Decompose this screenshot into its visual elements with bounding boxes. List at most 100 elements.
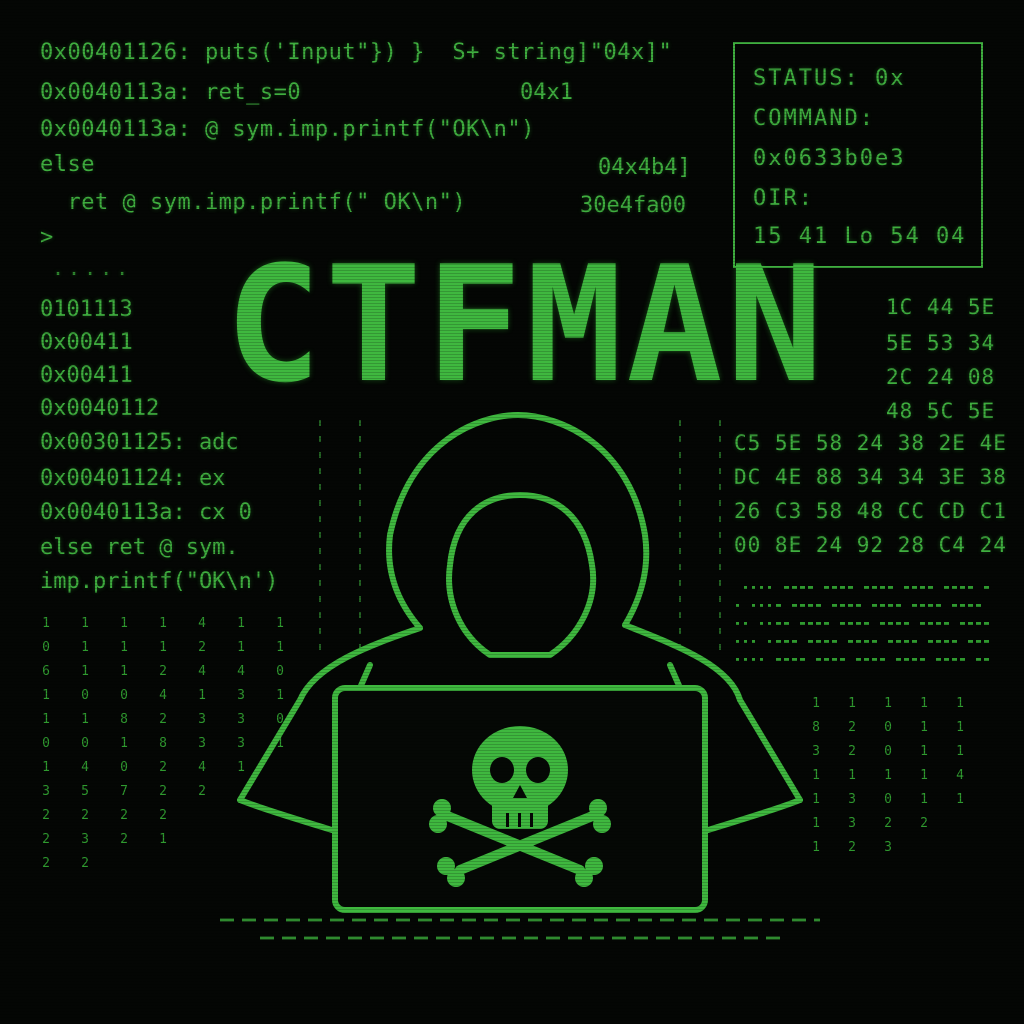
digit-glyph: 1 — [120, 664, 128, 679]
digit-glyph: 1 — [42, 616, 50, 631]
digit-glyph: 1 — [848, 768, 856, 783]
digit-glyph: 2 — [159, 664, 167, 679]
digit-glyph: 3 — [42, 784, 50, 799]
digit-glyph: 2 — [81, 856, 89, 871]
digit-glyph: 1 — [81, 664, 89, 679]
digit-glyph: 2 — [848, 744, 856, 759]
digit-glyph: 2 — [884, 816, 892, 831]
digit-glyph: 1 — [42, 688, 50, 703]
digit-glyph: 2 — [120, 808, 128, 823]
digit-glyph: 0 — [884, 792, 892, 807]
digit-glyph: 8 — [120, 712, 128, 727]
digit-glyph: 6 — [42, 664, 50, 679]
code-line: 0x0040113a: ret_s=0 — [40, 80, 302, 105]
digit-glyph: 0 — [42, 640, 50, 655]
digit-glyph: 1 — [956, 720, 964, 735]
digit-glyph: 2 — [159, 760, 167, 775]
code-line: 0x00411 — [40, 330, 133, 355]
code-line: else — [40, 152, 95, 177]
digit-glyph: 1 — [920, 744, 928, 759]
digit-glyph: 2 — [120, 832, 128, 847]
digit-glyph: 0 — [81, 688, 89, 703]
code-line: 0x00401126: puts('Input"}) } S+ string]"… — [40, 40, 673, 65]
digit-glyph: 1 — [42, 712, 50, 727]
digit-glyph: 1 — [920, 792, 928, 807]
dir-label: OIR: — [753, 186, 814, 211]
digit-glyph: 3 — [848, 816, 856, 831]
code-line: ret @ sym.imp.printf(" OK\n") — [40, 190, 467, 215]
digit-glyph: 2 — [159, 712, 167, 727]
digit-glyph: 5 — [81, 784, 89, 799]
digit-glyph: 7 — [120, 784, 128, 799]
digit-glyph: 0 — [884, 720, 892, 735]
digit-glyph: 0 — [120, 760, 128, 775]
digit-glyph: 1 — [884, 696, 892, 711]
digit-glyph: 1 — [159, 616, 167, 631]
digit-glyph: 1 — [884, 768, 892, 783]
digit-glyph: 4 — [159, 688, 167, 703]
digit-glyph: 1 — [920, 720, 928, 735]
digit-glyph: 4 — [198, 616, 206, 631]
digit-glyph: 1 — [198, 688, 206, 703]
digit-glyph: 3 — [884, 840, 892, 855]
digit-glyph: 8 — [159, 736, 167, 751]
hooded-hacker-icon — [220, 412, 820, 940]
digit-glyph: 4 — [956, 768, 964, 783]
digit-glyph: 4 — [81, 760, 89, 775]
hex-row: 2C 24 08 — [886, 365, 996, 389]
digit-glyph: 1 — [920, 768, 928, 783]
digit-glyph: 3 — [198, 712, 206, 727]
code-hex-fragment: 30e4fa00 — [580, 193, 686, 218]
digit-glyph: 2 — [42, 832, 50, 847]
command-value: 0x0633b0e3 — [753, 146, 906, 171]
digit-glyph: 1 — [42, 760, 50, 775]
digit-glyph: 2 — [42, 856, 50, 871]
digit-glyph: 2 — [198, 784, 206, 799]
digit-glyph: 1 — [956, 744, 964, 759]
digit-glyph: 1 — [956, 792, 964, 807]
digit-glyph: 1 — [848, 696, 856, 711]
code-line: 0x00401124: ex — [40, 466, 226, 491]
digit-glyph: 1 — [81, 712, 89, 727]
digit-glyph: 3 — [81, 832, 89, 847]
digit-glyph: 0 — [120, 688, 128, 703]
digit-glyph: 0 — [884, 744, 892, 759]
digit-glyph: 1 — [159, 832, 167, 847]
hex-row: 5E 53 34 — [886, 331, 996, 355]
hex-row: 1C 44 5E — [886, 295, 996, 319]
code-line: 0x00301125: adc — [40, 430, 239, 455]
status-label: STATUS: 0x — [753, 66, 906, 91]
digit-glyph: 2 — [198, 640, 206, 655]
digit-glyph: 0 — [42, 736, 50, 751]
digit-glyph: 3 — [848, 792, 856, 807]
code-line: else ret @ sym. — [40, 535, 239, 560]
hex-row: 48 5C 5E — [886, 399, 996, 423]
digit-glyph: 2 — [42, 808, 50, 823]
digit-glyph: 1 — [956, 696, 964, 711]
ellipsis-dots: ..... — [52, 256, 133, 280]
digit-glyph: 0 — [81, 736, 89, 751]
digit-glyph: 4 — [198, 760, 206, 775]
digit-glyph: 1 — [120, 640, 128, 655]
digit-glyph: 1 — [81, 640, 89, 655]
digit-glyph: 3 — [198, 736, 206, 751]
digit-glyph: 2 — [848, 720, 856, 735]
digit-glyph: 1 — [120, 736, 128, 751]
digit-glyph: 2 — [920, 816, 928, 831]
code-line: 0x0040113a: @ sym.imp.printf("OK\n") — [40, 117, 535, 142]
digit-glyph: 1 — [159, 640, 167, 655]
digit-glyph: 1 — [120, 616, 128, 631]
digit-glyph: 2 — [848, 840, 856, 855]
code-line: 0x00411 — [40, 363, 133, 388]
code-hex-fragment: 04x4b4] — [598, 155, 691, 180]
code-line: > — [40, 225, 54, 250]
digit-glyph: 4 — [198, 664, 206, 679]
digit-glyph: 2 — [159, 808, 167, 823]
digit-glyph: 2 — [159, 784, 167, 799]
code-line: 0x0040112 — [40, 396, 160, 421]
digit-glyph: 1 — [920, 696, 928, 711]
code-hex-fragment: 04x1 — [520, 80, 573, 105]
title-logo: CTFMAN — [225, 230, 827, 418]
command-label: COMMAND: — [753, 106, 875, 131]
digit-glyph: 1 — [81, 616, 89, 631]
